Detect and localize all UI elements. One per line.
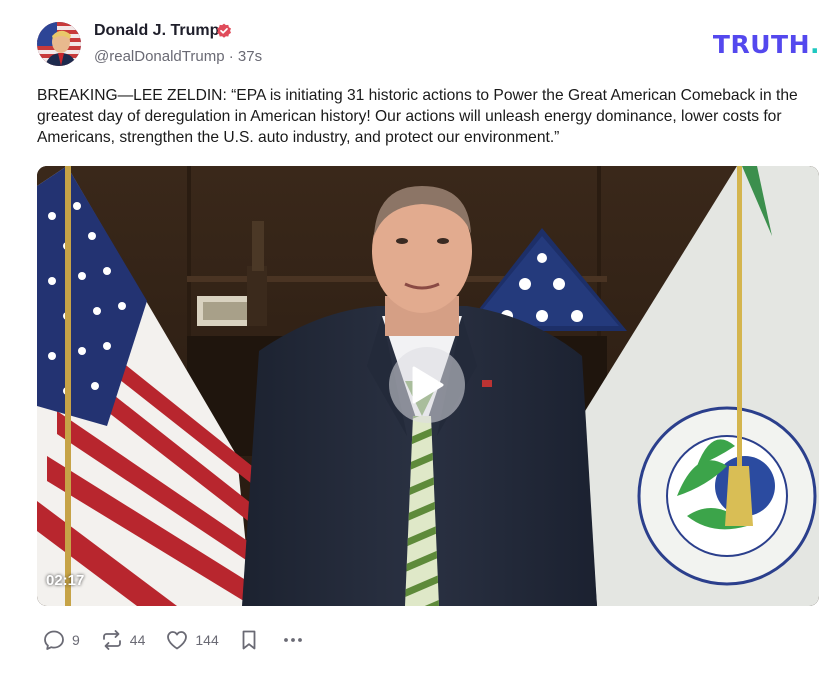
reply-count: 9 xyxy=(72,632,80,648)
play-icon xyxy=(412,366,444,404)
more-options-button[interactable] xyxy=(281,628,305,652)
like-count: 144 xyxy=(195,632,219,648)
post-timestamp[interactable]: 37s xyxy=(238,48,262,65)
reply-button[interactable]: 9 xyxy=(42,628,80,652)
repost-arrows-icon xyxy=(102,630,121,650)
post-meta: @realDonaldTrump · 37s xyxy=(94,48,262,65)
truth-post: Donald J. Trump @realDonaldTrump · 37s T… xyxy=(0,0,840,679)
comment-bubble-icon xyxy=(44,630,64,650)
bookmark-button[interactable] xyxy=(237,628,261,652)
like-button[interactable]: 144 xyxy=(165,628,219,652)
verified-badge-icon xyxy=(217,23,231,38)
video-duration: 02:17 xyxy=(46,572,85,589)
play-button[interactable] xyxy=(389,347,465,423)
heart-icon xyxy=(167,631,188,650)
logo-text: TRUTH xyxy=(712,30,810,59)
avatar[interactable] xyxy=(37,22,81,66)
retruth-count: 44 xyxy=(129,632,146,648)
meta-separator: · xyxy=(228,48,238,65)
video-player[interactable]: 02:17 xyxy=(37,166,819,606)
ellipsis-icon xyxy=(283,638,302,642)
retruth-button[interactable]: 44 xyxy=(100,628,146,652)
avatar-image xyxy=(37,22,81,66)
truth-social-logo[interactable]: TRUTH. xyxy=(713,30,820,59)
logo-dot: . xyxy=(810,30,820,59)
post-body: BREAKING—LEE ZELDIN: “EPA is initiating … xyxy=(37,87,798,146)
author-name[interactable]: Donald J. Trump xyxy=(94,22,219,40)
post-action-bar: 9 44 144 xyxy=(42,626,305,654)
bookmark-icon xyxy=(242,630,256,650)
author-handle[interactable]: @realDonaldTrump xyxy=(94,48,225,65)
